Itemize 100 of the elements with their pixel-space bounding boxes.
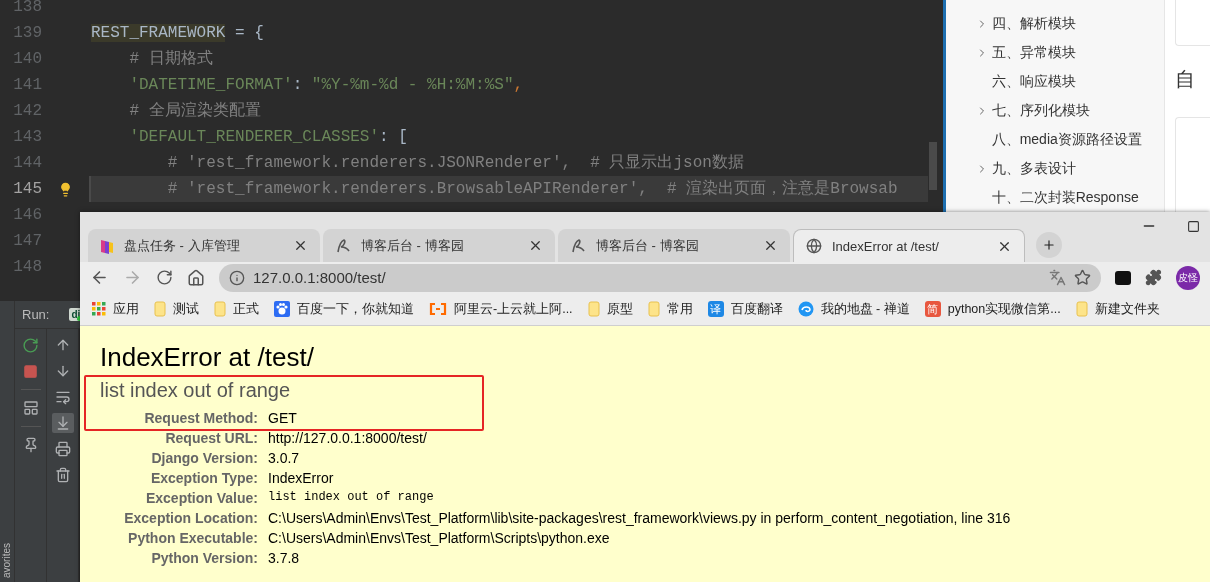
line-number: 148	[12, 258, 42, 276]
bookmark-label: 测试	[173, 300, 199, 318]
info-icon[interactable]	[229, 269, 245, 286]
error-message: list index out of range	[100, 379, 292, 402]
toc-item[interactable]: 十、二次封装Response	[945, 183, 1164, 212]
info-label: Request Method:	[143, 410, 258, 426]
bookmark-item[interactable]: 百度一下，你就知道	[274, 300, 414, 318]
toc-item[interactable]: 九、多表设计	[945, 154, 1164, 183]
scroll-to-end-icon[interactable]	[51, 413, 74, 433]
back-icon[interactable]	[90, 268, 109, 287]
code-text: # 'rest_framework.renderers.JSONRenderer', # 只显示出json数据	[166, 153, 745, 174]
lightbulb-icon[interactable]	[58, 181, 73, 197]
section-heading: 自	[1174, 67, 1196, 92]
close-icon[interactable]	[763, 238, 778, 253]
code-text: # 全局渲染类配置	[128, 100, 262, 122]
info-value: 3.7.8	[268, 550, 301, 566]
bracket-logo-icon	[429, 303, 447, 315]
info-value: IndexError	[268, 470, 335, 486]
maximize-icon[interactable]	[1187, 218, 1200, 234]
new-tab-button[interactable]	[1036, 232, 1062, 258]
bookmark-label: python实现微信第...	[947, 300, 1061, 318]
bookmark-label: 百度翻译	[730, 300, 783, 318]
address-bar[interactable]: 127.0.0.1:8000/test/	[219, 263, 1102, 292]
toc-item[interactable]: 五、异常模块	[945, 38, 1164, 67]
code-text: 'DATETIME_FORMAT': "%Y-%m-%d - %H:%M:%S",	[128, 75, 525, 96]
browser-tab[interactable]: IndexError at /test/	[793, 229, 1025, 262]
toc-item[interactable]: 八、media资源路径设置	[945, 125, 1164, 154]
info-label: Exception Location:	[123, 510, 258, 526]
bookmark-item[interactable]: 我的地盘 - 禅道	[797, 300, 910, 318]
folder-icon	[214, 301, 226, 317]
code-text: REST_FRAMEWORK = {	[90, 23, 265, 44]
tab-title: IndexError at /test/	[832, 238, 940, 254]
line-number: 145	[12, 180, 42, 198]
bookmark-label: 原型	[606, 300, 633, 318]
swirl-icon	[797, 301, 814, 317]
bookmark-item[interactable]: 原型	[587, 300, 633, 318]
line-number: 138	[12, 0, 42, 16]
bookmark-label: 百度一下，你就知道	[297, 300, 414, 318]
app-logo-icon	[100, 237, 114, 254]
info-label: Python Executable:	[127, 530, 258, 546]
puzzle-icon[interactable]	[1145, 269, 1163, 286]
code-text: # 'rest_framework.renderers.BrowsableAPIRenderer', # 渲染出页面，注意是Browsab	[89, 176, 928, 202]
scrollbar-thumb[interactable]	[928, 142, 937, 190]
profile-avatar[interactable]: 皮怪	[1176, 265, 1200, 290]
card-background	[1174, 0, 1210, 46]
apps-grid-icon	[92, 302, 106, 316]
bookmark-item[interactable]: 阿里云-上云就上阿...	[429, 300, 573, 318]
bookmark-label: 正式	[233, 300, 259, 318]
folder-icon	[1075, 301, 1088, 317]
home-icon[interactable]	[187, 268, 205, 287]
line-number: 142	[12, 102, 42, 120]
info-value: list index out of range	[268, 490, 435, 506]
tool-window-label[interactable]: avorites	[1, 543, 12, 578]
browser-tab[interactable]: 博客后台 - 博客园	[558, 229, 790, 262]
globe-icon	[806, 238, 822, 254]
bookmark-item[interactable]: 新建文件夹	[1075, 300, 1160, 318]
bookmark-item[interactable]: 应用	[92, 300, 139, 318]
bookmark-logo-icon: 译	[707, 301, 724, 317]
bookmark-item[interactable]: 简 python实现微信第...	[924, 300, 1061, 318]
bookmark-item[interactable]: 译 百度翻译	[707, 300, 783, 318]
toc-item[interactable]: 七、序列化模块	[945, 96, 1164, 125]
info-label: Django Version:	[150, 450, 258, 466]
blog-logo-icon	[570, 237, 586, 254]
extension-icon[interactable]	[1115, 270, 1132, 285]
toc-item[interactable]: 四、解析模块	[945, 9, 1164, 38]
bookmark-item[interactable]: 测试	[154, 300, 199, 318]
info-value: http://127.0.0.1:8000/test/	[268, 430, 428, 446]
line-number: 140	[12, 50, 42, 68]
folder-icon	[647, 301, 660, 317]
blog-logo-icon	[335, 237, 351, 254]
star-icon[interactable]	[1074, 269, 1092, 286]
info-value: GET	[268, 410, 298, 426]
translate-icon[interactable]	[1049, 269, 1067, 286]
bookmark-item[interactable]: 常用	[647, 300, 693, 318]
browser-tab[interactable]: 盘点任务 - 入库管理	[88, 229, 320, 262]
info-label: Python Version:	[150, 550, 258, 566]
paw-icon	[274, 301, 290, 317]
run-title: Run:	[22, 307, 50, 322]
line-number: 143	[12, 128, 42, 146]
reload-icon[interactable]	[156, 269, 173, 286]
bookmark-logo-icon: 简	[924, 301, 941, 317]
line-number: 144	[12, 154, 42, 172]
info-value: C:\Users\Admin\Envs\Test_Platform\lib\site-packages\rest_framework\views.py in perform_content_negotiation, line 316	[268, 510, 1012, 526]
code-text: # 日期格式	[128, 49, 214, 70]
error-title: IndexError at /test/	[100, 342, 315, 373]
tab-title: 博客后台 - 博客园	[361, 236, 465, 255]
bookmark-label: 常用	[666, 300, 693, 318]
browser-tab[interactable]: 博客后台 - 博客园	[323, 229, 555, 262]
bookmark-label: 应用	[113, 300, 139, 318]
close-icon[interactable]	[528, 238, 543, 253]
line-number: 147	[12, 232, 42, 250]
code-text: 'DEFAULT_RENDERER_CLASSES': [	[128, 127, 409, 148]
line-number: 139	[12, 24, 42, 42]
info-value: C:\Users\Admin\Envs\Test_Platform\Scripts\python.exe	[268, 530, 611, 546]
line-number: 146	[12, 206, 42, 224]
bookmark-label: 新建文件夹	[1094, 300, 1160, 318]
close-icon[interactable]	[293, 238, 308, 253]
folder-icon	[587, 301, 600, 317]
toc-item[interactable]: 六、响应模块	[945, 67, 1164, 96]
bookmark-item[interactable]: 正式	[214, 300, 259, 318]
